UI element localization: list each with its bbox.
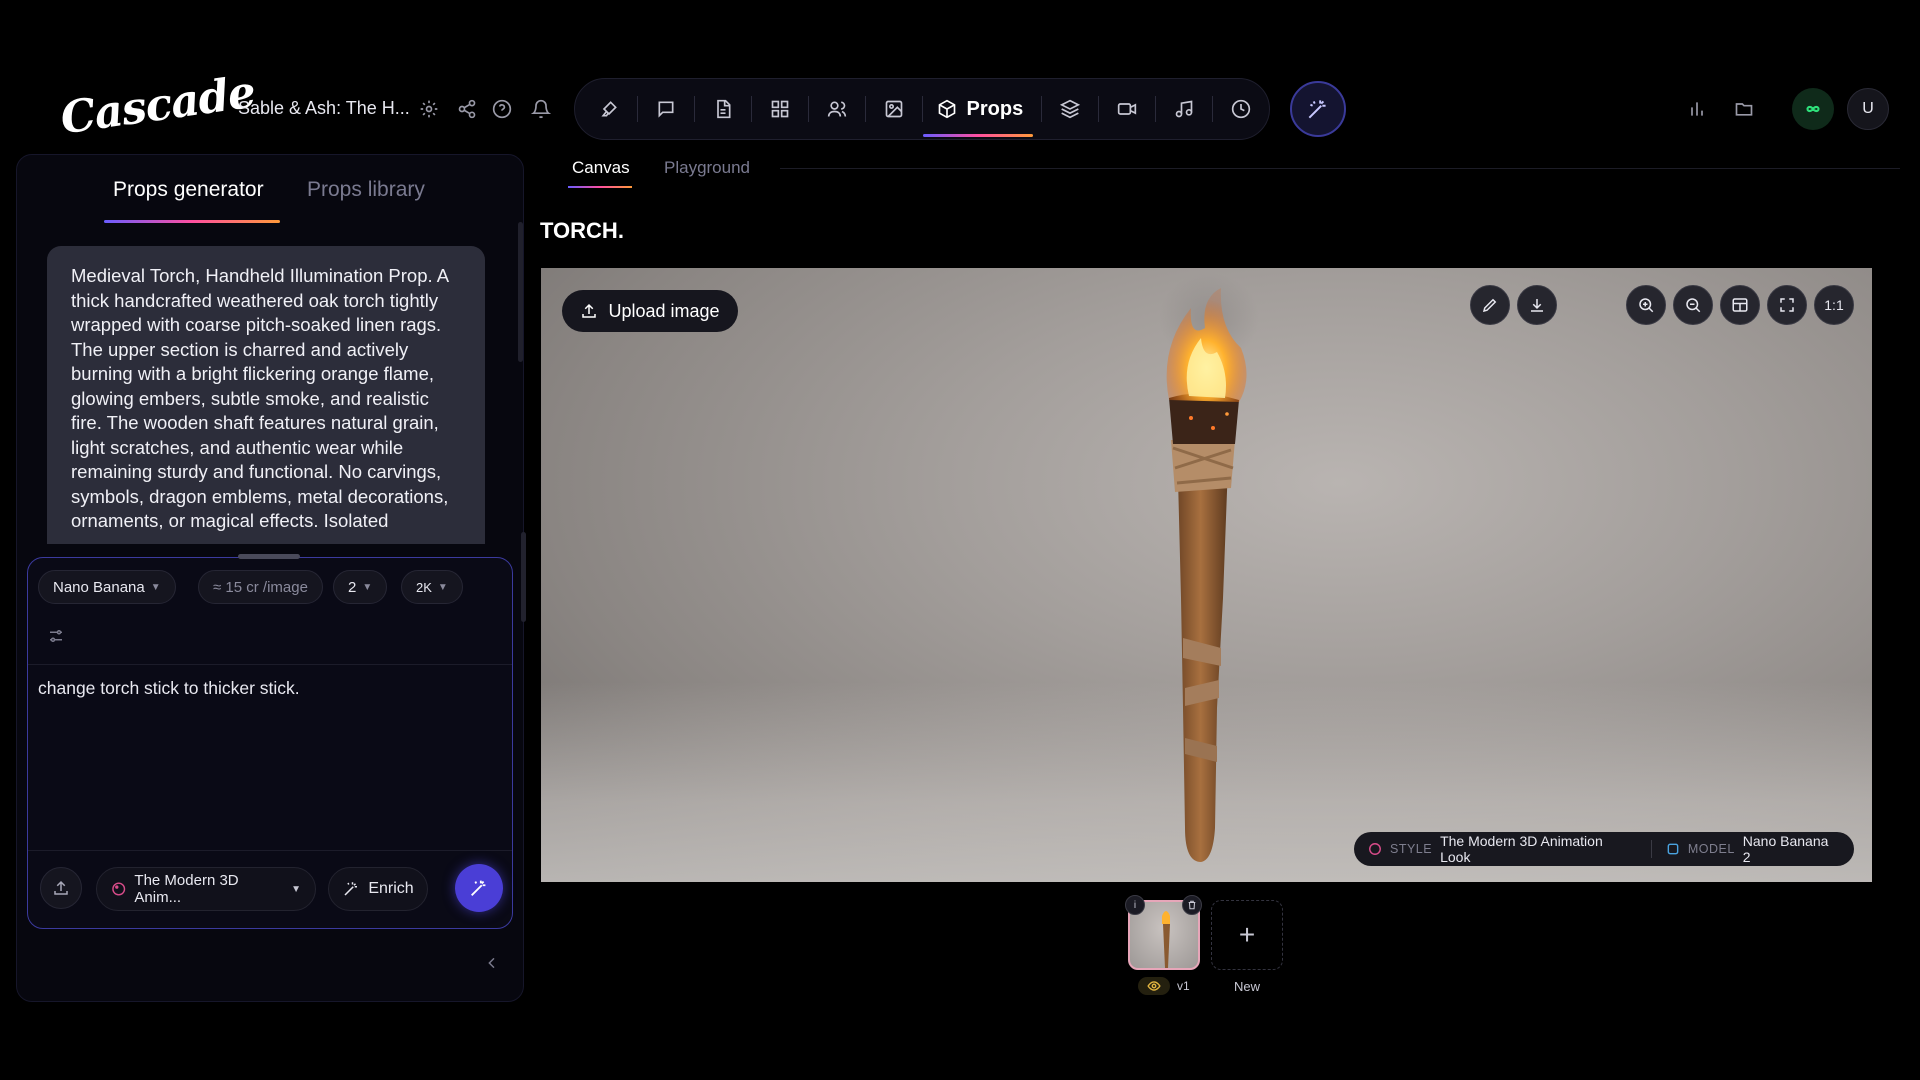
panel-scrollbar[interactable] [518,222,523,362]
fullscreen-icon [1780,298,1794,312]
compare-button[interactable] [1720,285,1760,325]
style-key: STYLE [1389,842,1433,856]
resolution-select-label: 2K [416,579,432,595]
style-value: The Modern 3D Animation Look [1440,833,1603,865]
generated-image[interactable] [541,268,1872,882]
magic-assistant-button[interactable] [1290,81,1346,137]
tab-props-label: Props [966,97,1024,120]
tab-canvas[interactable]: Canvas [572,158,630,178]
prompt-message: Medieval Torch, Handheld Illumination Pr… [47,246,485,544]
version-label: v1 [1177,979,1190,993]
zoom-out-button[interactable] [1673,285,1713,325]
cube-icon [1667,843,1679,855]
characters-icon[interactable] [823,89,851,129]
style-select-label: The Modern 3D Anim... [134,872,239,906]
tab-props-library[interactable]: Props library [307,178,425,202]
download-icon [1531,299,1543,312]
torch-render [1159,273,1259,862]
folder-icon[interactable] [1730,95,1758,123]
layout-icon [1732,298,1748,312]
edit-brush-button[interactable] [1470,285,1510,325]
cube-icon [938,99,955,119]
canvas-title: TORCH. [540,218,624,243]
palette-icon [112,882,126,896]
pencil-icon [1482,298,1497,313]
composer-divider [28,664,512,665]
model-key: MODEL [1687,842,1735,856]
upload-reference-button[interactable] [40,867,82,909]
grid-icon[interactable] [766,89,794,129]
composer-divider [28,850,512,851]
help-icon[interactable] [488,95,516,123]
bell-icon[interactable] [527,95,555,123]
magic-wand-icon [471,880,486,896]
count-select-label: 2 [348,578,357,596]
tab-active-underline [104,220,280,223]
upload-icon [582,303,597,318]
chevron-down-icon: ▼ [291,883,301,895]
trash-icon[interactable] [1182,895,1202,915]
video-icon[interactable] [1113,89,1141,129]
resize-handle[interactable] [238,554,300,559]
project-title[interactable]: Sable & Ash: The H... [238,98,410,119]
prompt-input[interactable]: change torch stick to thicker stick. [38,678,498,838]
actual-size-button[interactable]: 1:1 [1814,285,1854,325]
zoom-in-button[interactable] [1626,285,1666,325]
resolution-select[interactable]: 2K ▼ [401,570,463,604]
layers-icon[interactable] [1056,89,1084,129]
model-select-label: Nano Banana [53,578,145,596]
chevron-left-icon[interactable] [484,955,500,971]
upload-icon [54,880,68,895]
model-select[interactable]: Nano Banana ▼ [38,570,176,604]
plus-icon: + [1238,919,1256,950]
chevron-down-icon: ▼ [362,581,373,593]
count-select[interactable]: 2 ▼ [333,570,388,604]
workspace-toolbar: Props [574,78,1270,140]
eye-icon[interactable] [1138,977,1170,995]
upload-image-label: Upload image [608,300,720,321]
new-version-label: New [1234,979,1261,994]
chevron-down-icon: ▼ [150,581,161,593]
user-avatar[interactable]: U [1847,88,1889,130]
history-icon[interactable] [1227,89,1255,129]
upload-image-button[interactable]: Upload image [562,290,738,332]
settings-icon[interactable] [415,95,443,123]
tabs-divider [780,168,1900,169]
tab-playground[interactable]: Playground [664,158,750,178]
chat-icon[interactable] [652,89,680,129]
magic-wand-icon [1308,100,1326,119]
share-icon[interactable] [453,95,481,123]
image-icon[interactable] [880,89,908,129]
music-icon[interactable] [1170,89,1198,129]
cost-badge: ≈ 15 cr /image [198,570,323,604]
palette-icon [1369,843,1381,855]
analytics-icon[interactable] [1683,95,1711,123]
model-value: Nano Banana 2 [1742,833,1829,865]
panel-scrollbar-thumb[interactable] [521,532,526,622]
enrich-label: Enrich [368,880,414,897]
document-icon[interactable] [709,89,737,129]
enrich-button[interactable]: Enrich [328,867,428,911]
style-select[interactable]: The Modern 3D Anim... ▼ [96,867,316,911]
info-icon[interactable]: i [1125,895,1145,915]
tab-active-underline [568,186,632,188]
zoom-out-icon [1686,298,1701,313]
tab-props[interactable]: Props [922,97,1033,137]
tab-props-generator[interactable]: Props generator [113,178,264,202]
chevron-down-icon: ▼ [437,581,448,593]
sliders-icon[interactable] [47,627,65,645]
new-version-button[interactable]: + [1211,900,1283,970]
app-logo[interactable]: Cascade [57,67,258,145]
fullscreen-button[interactable] [1767,285,1807,325]
brush-icon[interactable] [595,89,623,129]
image-meta: STYLE The Modern 3D Animation Look MODEL… [1354,832,1854,866]
cost-label: ≈ 15 cr /image [213,578,308,596]
infinity-icon [1806,105,1820,113]
wand-sparkle-icon [344,882,358,896]
generate-button[interactable] [455,864,503,912]
infinity-status-button[interactable] [1792,88,1834,130]
download-button[interactable] [1517,285,1557,325]
zoom-in-icon [1639,298,1654,313]
